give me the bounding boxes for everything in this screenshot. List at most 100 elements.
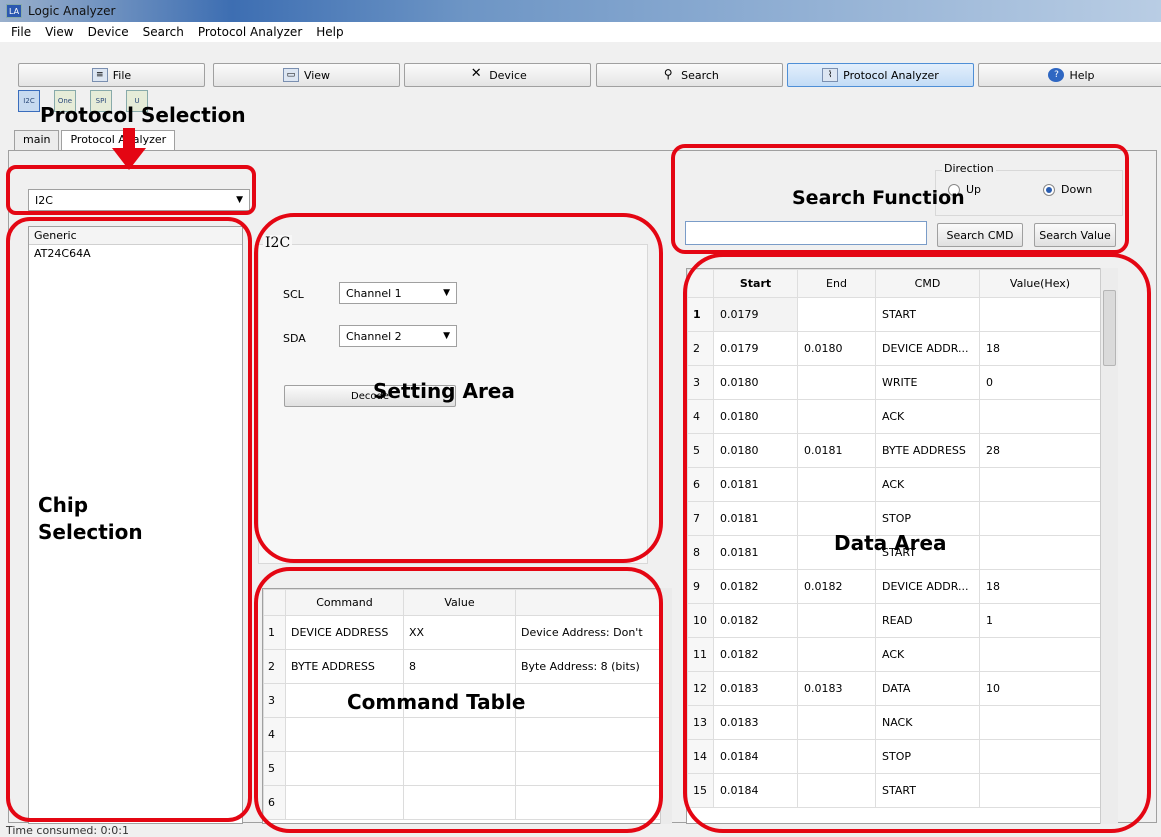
sda-channel-select[interactable]: Channel 2 ▼ [339, 325, 457, 347]
table-row[interactable]: 9 0.0182 0.0182 DEVICE ADDR... 18 [687, 569, 1101, 604]
cell-command[interactable] [285, 717, 404, 752]
cell-value-hex[interactable]: 18 [979, 331, 1101, 366]
cell-cmd[interactable]: READ [875, 603, 980, 638]
column-header-description[interactable] [515, 589, 661, 616]
cell-description[interactable] [515, 785, 661, 820]
cell-value-hex[interactable] [979, 637, 1101, 672]
cell-command[interactable] [285, 751, 404, 786]
cell-value-hex[interactable]: 10 [979, 671, 1101, 706]
direction-down-radio[interactable]: Down [1043, 183, 1092, 196]
search-value-button[interactable]: Search Value [1034, 223, 1116, 247]
cell-value-hex[interactable] [979, 705, 1101, 740]
command-table-scrollbar[interactable] [660, 588, 672, 824]
i2c-protocol-icon[interactable]: I2C [18, 90, 40, 112]
search-input[interactable] [685, 221, 927, 245]
cell-value-hex[interactable]: 1 [979, 603, 1101, 638]
toolbar-help-button[interactable]: ? Help [978, 63, 1161, 87]
cell-end[interactable] [797, 297, 876, 332]
cell-description[interactable] [515, 683, 661, 718]
cell-cmd[interactable]: NACK [875, 705, 980, 740]
cell-cmd[interactable]: BYTE ADDRESS [875, 433, 980, 468]
column-header-end[interactable]: End [797, 269, 876, 298]
table-row[interactable]: 2 BYTE ADDRESS 8 Byte Address: 8 (bits) [263, 649, 661, 684]
cell-end[interactable]: 0.0181 [797, 433, 876, 468]
toolbar-device-button[interactable]: ✕ Device [404, 63, 591, 87]
cell-value-hex[interactable] [979, 773, 1101, 808]
protocol-select[interactable]: I2C ▼ [28, 189, 250, 211]
cell-start[interactable]: 0.0182 [713, 569, 798, 604]
cell-value[interactable] [403, 751, 516, 786]
menu-protocol-analyzer[interactable]: Protocol Analyzer [191, 25, 309, 39]
menu-help[interactable]: Help [309, 25, 350, 39]
cell-cmd[interactable]: ACK [875, 467, 980, 502]
menu-search[interactable]: Search [136, 25, 191, 39]
tab-main[interactable]: main [14, 130, 60, 150]
table-row[interactable]: 1 DEVICE ADDRESS XX Device Address: Don'… [263, 615, 661, 650]
cell-cmd[interactable]: START [875, 297, 980, 332]
column-header-start[interactable]: Start [713, 269, 798, 298]
cell-command[interactable]: BYTE ADDRESS [285, 649, 404, 684]
cell-cmd[interactable]: START [875, 773, 980, 808]
cell-end[interactable] [797, 739, 876, 774]
cell-command[interactable] [285, 785, 404, 820]
data-table-scrollbar[interactable] [1100, 268, 1118, 824]
cell-cmd[interactable]: ACK [875, 399, 980, 434]
table-row[interactable]: 5 [263, 751, 661, 786]
cell-end[interactable] [797, 637, 876, 672]
menu-file[interactable]: File [4, 25, 38, 39]
cell-value[interactable]: XX [403, 615, 516, 650]
table-row[interactable]: 10 0.0182 READ 1 [687, 603, 1101, 638]
table-row[interactable]: 6 [263, 785, 661, 820]
cell-value-hex[interactable]: 0 [979, 365, 1101, 400]
cell-start[interactable]: 0.0183 [713, 671, 798, 706]
cell-start[interactable]: 0.0180 [713, 365, 798, 400]
table-row[interactable]: 3 0.0180 WRITE 0 [687, 365, 1101, 400]
cell-end[interactable]: 0.0183 [797, 671, 876, 706]
cell-end[interactable] [797, 365, 876, 400]
cell-start[interactable]: 0.0184 [713, 739, 798, 774]
table-row[interactable]: 11 0.0182 ACK [687, 637, 1101, 672]
cell-end[interactable]: 0.0182 [797, 569, 876, 604]
table-row[interactable]: 13 0.0183 NACK [687, 705, 1101, 740]
menu-view[interactable]: View [38, 25, 80, 39]
cell-end[interactable] [797, 603, 876, 638]
cell-cmd[interactable]: DEVICE ADDR... [875, 331, 980, 366]
column-header-cmd[interactable]: CMD [875, 269, 980, 298]
column-header-command[interactable]: Command [285, 589, 404, 616]
cell-start[interactable]: 0.0182 [713, 637, 798, 672]
cell-start[interactable]: 0.0181 [713, 501, 798, 536]
cell-value-hex[interactable] [979, 535, 1101, 570]
chip-list-header[interactable]: Generic [29, 227, 242, 245]
cell-value-hex[interactable]: 28 [979, 433, 1101, 468]
cell-value-hex[interactable]: 18 [979, 569, 1101, 604]
cell-cmd[interactable]: STOP [875, 739, 980, 774]
cell-value[interactable]: 8 [403, 649, 516, 684]
cell-description[interactable]: Byte Address: 8 (bits) [515, 649, 661, 684]
cell-end[interactable] [797, 399, 876, 434]
table-row[interactable]: 4 [263, 717, 661, 752]
table-row[interactable]: 15 0.0184 START [687, 773, 1101, 808]
cell-description[interactable]: Device Address: Don't [515, 615, 661, 650]
cell-end[interactable] [797, 467, 876, 502]
toolbar-view-button[interactable]: ▭ View [213, 63, 400, 87]
cell-start[interactable]: 0.0181 [713, 535, 798, 570]
search-cmd-button[interactable]: Search CMD [937, 223, 1023, 247]
cell-start[interactable]: 0.0180 [713, 399, 798, 434]
table-row[interactable]: 14 0.0184 STOP [687, 739, 1101, 774]
toolbar-search-button[interactable]: ⚲ Search [596, 63, 783, 87]
cell-end[interactable] [797, 773, 876, 808]
cell-value-hex[interactable] [979, 739, 1101, 774]
cell-value[interactable] [403, 785, 516, 820]
chip-list-item[interactable]: AT24C64A [29, 245, 242, 262]
scl-channel-select[interactable]: Channel 1 ▼ [339, 282, 457, 304]
cell-value-hex[interactable] [979, 399, 1101, 434]
table-row[interactable]: 4 0.0180 ACK [687, 399, 1101, 434]
table-row[interactable]: 6 0.0181 ACK [687, 467, 1101, 502]
cell-description[interactable] [515, 751, 661, 786]
cell-start[interactable]: 0.0183 [713, 705, 798, 740]
cell-start[interactable]: 0.0180 [713, 433, 798, 468]
cell-end[interactable]: 0.0180 [797, 331, 876, 366]
cell-start[interactable]: 0.0184 [713, 773, 798, 808]
table-row[interactable]: 2 0.0179 0.0180 DEVICE ADDR... 18 [687, 331, 1101, 366]
cell-command[interactable]: DEVICE ADDRESS [285, 615, 404, 650]
